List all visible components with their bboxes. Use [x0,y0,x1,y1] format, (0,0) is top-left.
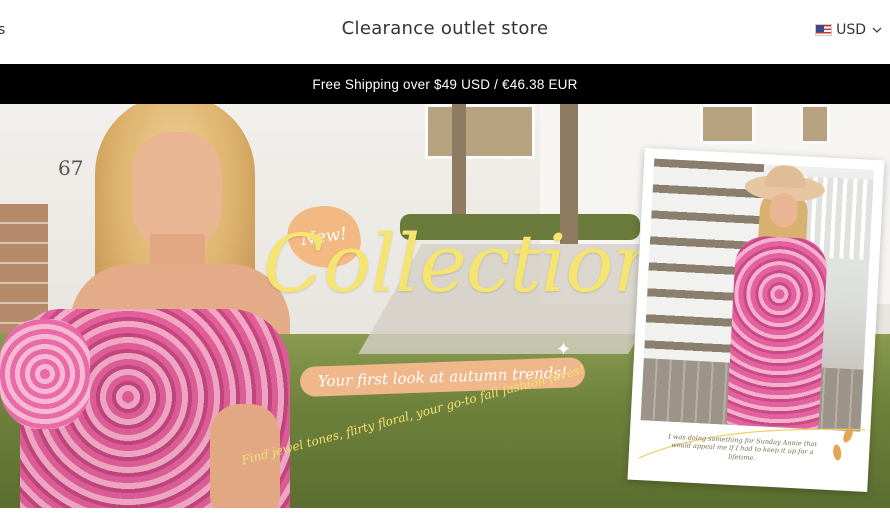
model-photo-left [0,104,300,508]
us-flag-icon [815,24,833,36]
house-window [425,104,535,159]
tree-trunk [452,104,466,214]
hero-banner[interactable]: 67 New! Collection ✦ Your first look at … [0,104,890,508]
site-header: s Clearance outlet store USD [0,0,890,64]
house-window [800,104,830,144]
store-title[interactable]: Clearance outlet store [0,18,890,39]
currency-code: USD [836,22,866,38]
headline: Collection [262,217,664,310]
currency-selector[interactable]: USD [815,22,884,38]
announcement-bar: Free Shipping over $49 USD / €46.38 EUR [0,64,890,104]
polaroid-photo: I was doing something for Sunday Annie t… [627,147,885,493]
announcement-text: Free Shipping over $49 USD / €46.38 EUR [312,76,578,92]
house-window [700,104,755,144]
chevron-down-icon [872,27,882,33]
